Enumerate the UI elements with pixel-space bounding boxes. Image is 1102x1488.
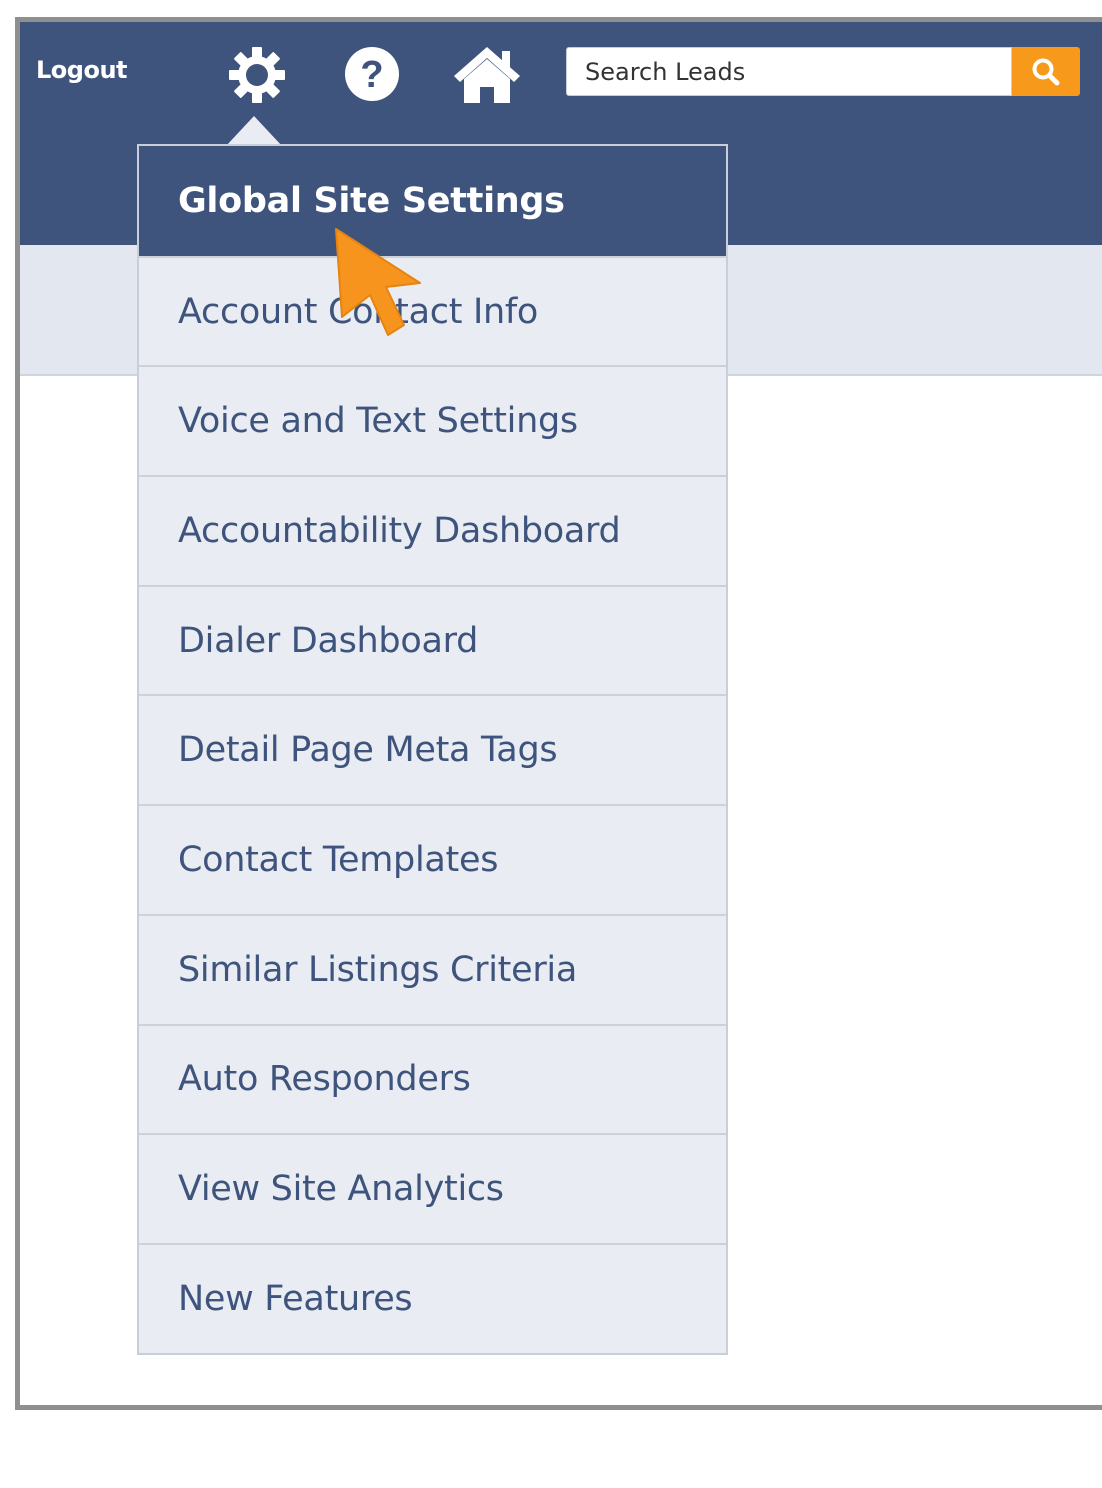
settings-dropdown-menu: Global Site Settings Account Contact Inf… (137, 144, 728, 1355)
search-input[interactable] (585, 48, 1005, 95)
menu-item-global-site-settings[interactable]: Global Site Settings (139, 146, 726, 256)
search-icon (1032, 58, 1060, 85)
menu-item-detail-page-meta-tags[interactable]: Detail Page Meta Tags (139, 694, 726, 804)
logout-link[interactable]: Logout (36, 56, 128, 84)
home-icon[interactable] (452, 43, 522, 105)
menu-item-view-site-analytics[interactable]: View Site Analytics (139, 1133, 726, 1243)
gear-icon[interactable] (227, 45, 287, 105)
dropdown-caret (226, 116, 282, 146)
help-icon[interactable]: ? (343, 45, 401, 103)
menu-item-contact-templates[interactable]: Contact Templates (139, 804, 726, 914)
menu-item-voice-and-text-settings[interactable]: Voice and Text Settings (139, 365, 726, 475)
pointer-cursor-icon (335, 228, 421, 336)
menu-item-new-features[interactable]: New Features (139, 1242, 726, 1353)
menu-item-dialer-dashboard[interactable]: Dialer Dashboard (139, 584, 726, 695)
menu-item-accountability-dashboard[interactable]: Accountability Dashboard (139, 475, 726, 585)
menu-item-similar-listings-criteria[interactable]: Similar Listings Criteria (139, 913, 726, 1024)
svg-text:?: ? (360, 54, 383, 96)
search-box (566, 47, 1012, 96)
menu-item-auto-responders[interactable]: Auto Responders (139, 1023, 726, 1134)
search-button[interactable] (1012, 47, 1080, 96)
menu-item-account-contact-info[interactable]: Account Contact Info (139, 255, 726, 366)
